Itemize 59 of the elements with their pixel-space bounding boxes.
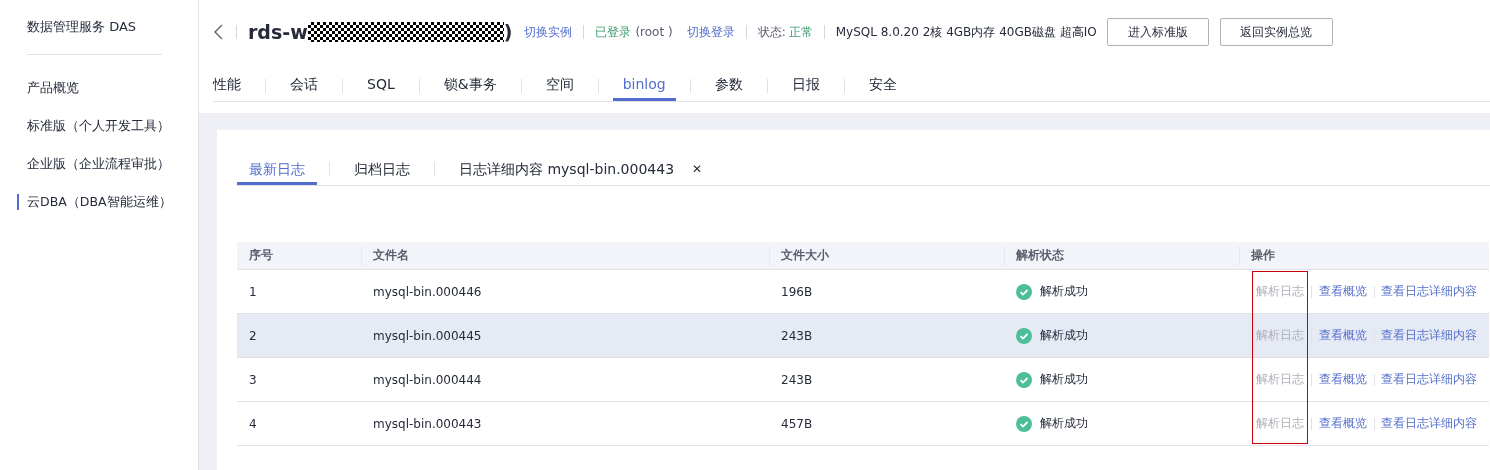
tab[interactable]: 日报 bbox=[767, 64, 844, 101]
login-user: (root ) bbox=[635, 25, 673, 39]
action-link[interactable]: 查看概览 bbox=[1318, 415, 1367, 432]
subtab[interactable]: 日志详细内容 mysql-bin.000443 bbox=[447, 152, 687, 185]
table-cell: 4 bbox=[237, 401, 361, 446]
switch-login-link[interactable]: 切换登录 bbox=[686, 23, 735, 41]
tab[interactable]: 参数 bbox=[690, 64, 767, 101]
action-link[interactable]: 查看概览 bbox=[1318, 371, 1367, 388]
table-cell: mysql-bin.000445 bbox=[361, 313, 769, 358]
table-cell: 1 bbox=[237, 269, 361, 314]
table-cell: mysql-bin.000446 bbox=[361, 269, 769, 314]
status-text: 解析成功 bbox=[1040, 327, 1088, 344]
instance-name: ) bbox=[503, 21, 513, 43]
back-icon[interactable] bbox=[213, 24, 225, 40]
column-header: 序号 bbox=[237, 242, 361, 270]
action-link[interactable]: 查看日志详细内容 bbox=[1381, 283, 1477, 300]
tab[interactable]: 安全 bbox=[844, 64, 921, 101]
status-text: 解析成功 bbox=[1040, 415, 1088, 432]
action-link[interactable]: 查看概览 bbox=[1318, 327, 1367, 344]
table-cell: 196B bbox=[769, 269, 1004, 314]
overview-button[interactable]: 返回实例总览 bbox=[1219, 18, 1333, 46]
status-text: 解析成功 bbox=[1040, 371, 1088, 388]
table-cell: 243B bbox=[769, 357, 1004, 402]
tab[interactable]: 空间 bbox=[521, 64, 598, 101]
table-cell: 2 bbox=[237, 313, 361, 358]
table-cell: 3 bbox=[237, 357, 361, 402]
sidebar-item[interactable]: 标准版（个人开发工具） bbox=[0, 107, 198, 145]
tab[interactable]: binlog bbox=[612, 64, 676, 101]
table-cell: mysql-bin.000444 bbox=[361, 357, 769, 402]
subtab[interactable]: 归档日志 bbox=[342, 152, 422, 185]
sidebar-item[interactable]: 云DBA（DBA智能运维） bbox=[0, 183, 198, 221]
state-label: 状态: bbox=[757, 23, 786, 41]
action-link[interactable]: 查看日志详细内容 bbox=[1381, 371, 1477, 388]
table-cell: mysql-bin.000443 bbox=[361, 401, 769, 446]
tab[interactable]: 锁&事务 bbox=[419, 64, 521, 101]
tab[interactable]: 会话 bbox=[266, 64, 342, 101]
action-link[interactable]: 查看日志详细内容 bbox=[1381, 415, 1477, 432]
column-header: 解析状态 bbox=[1004, 242, 1239, 270]
app-title: 数据管理服务 DAS bbox=[27, 18, 138, 36]
subtab[interactable]: 最新日志 bbox=[237, 152, 317, 185]
table-cell: 243B bbox=[769, 313, 1004, 358]
close-icon[interactable]: ✕ bbox=[692, 161, 703, 176]
switch-instance-link[interactable]: 切换实例 bbox=[524, 23, 573, 41]
sidebar-item[interactable]: 企业版（企业流程审批） bbox=[0, 145, 198, 183]
standard-edition-button[interactable]: 进入标准版 bbox=[1106, 18, 1209, 46]
tab[interactable]: 性能 bbox=[213, 64, 265, 101]
column-header: 文件大小 bbox=[769, 242, 1004, 270]
tab[interactable]: SQL bbox=[343, 64, 419, 101]
sidebar-item[interactable]: 产品概览 bbox=[0, 69, 198, 107]
instance-name: rds-w bbox=[248, 21, 308, 43]
login-status: 已登录 bbox=[595, 23, 632, 41]
table-cell: 457B bbox=[769, 401, 1004, 446]
instance-specs: MySQL 8.0.20 2核 4GB内存 40GB磁盘 超高IO bbox=[835, 23, 1097, 41]
column-header: 文件名 bbox=[361, 242, 769, 270]
action-link[interactable]: 查看日志详细内容 bbox=[1381, 327, 1477, 344]
status-text: 解析成功 bbox=[1040, 283, 1088, 300]
action-link[interactable]: 查看概览 bbox=[1318, 283, 1367, 300]
state-value: 正常 bbox=[788, 23, 813, 41]
column-header: 操作 bbox=[1239, 242, 1489, 270]
